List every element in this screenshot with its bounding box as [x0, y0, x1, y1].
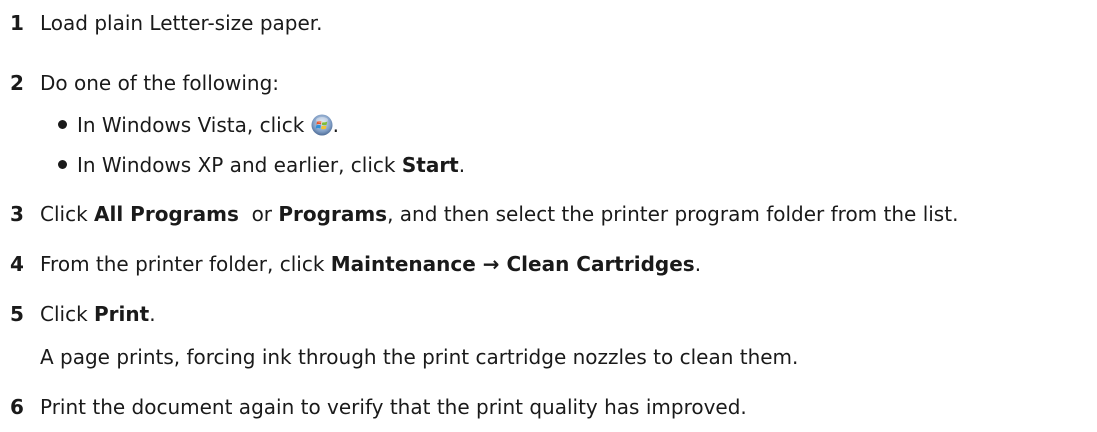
step-number: 5 — [10, 302, 24, 326]
step-number: 3 — [10, 202, 24, 226]
bullet-text: In Windows Vista, click — [77, 113, 311, 137]
bold-all-programs: All Programs — [94, 202, 239, 226]
step-text-mid: or — [238, 202, 279, 226]
step-text-end: . — [149, 302, 156, 326]
bullet-xp: In Windows XP and earlier, click Start. — [58, 153, 465, 177]
step-5: 5 Click Print. — [10, 302, 156, 326]
step-text: Print the document again to verify that … — [40, 395, 747, 419]
step-3: 3 Click All Programs or Programs, and the… — [10, 202, 958, 226]
bullet-text: In Windows XP and earlier, click — [77, 153, 402, 177]
bold-programs: Programs — [278, 202, 388, 226]
bullet-text-end: . — [458, 153, 466, 177]
bullet-vista: In Windows Vista, click . — [58, 113, 339, 138]
bold-maintenance-path: Maintenance → Clean Cartridges — [330, 252, 695, 276]
step-text: Click — [40, 202, 95, 226]
windows-vista-start-icon — [311, 114, 333, 136]
step-text: Do one of the following: — [40, 71, 280, 95]
bullet-text-end: . — [332, 113, 340, 137]
step-2: 2 Do one of the following: — [10, 71, 279, 95]
step-number: 2 — [10, 71, 24, 95]
step-number: 1 — [10, 11, 24, 35]
step-text: From the printer folder, click — [40, 252, 331, 276]
step-4: 4 From the printer folder, click Maintena… — [10, 252, 701, 276]
step-text-end: , and then select the printer program fo… — [387, 202, 959, 226]
bold-print: Print — [94, 302, 150, 326]
step-1: 1 Load plain Letter-size paper. — [10, 11, 323, 35]
step-number: 4 — [10, 252, 24, 276]
step-text: Load plain Letter-size paper. — [40, 11, 323, 35]
bold-start: Start — [401, 153, 459, 177]
step-6: 6 Print the document again to verify that… — [10, 395, 747, 419]
bullet-dot — [58, 120, 67, 129]
step-text-end: . — [694, 252, 702, 276]
bullet-dot — [58, 160, 67, 169]
step-5-note: A page prints, forcing ink through the p… — [40, 345, 799, 369]
step-text: Click — [40, 302, 95, 326]
step-number: 6 — [10, 395, 24, 419]
